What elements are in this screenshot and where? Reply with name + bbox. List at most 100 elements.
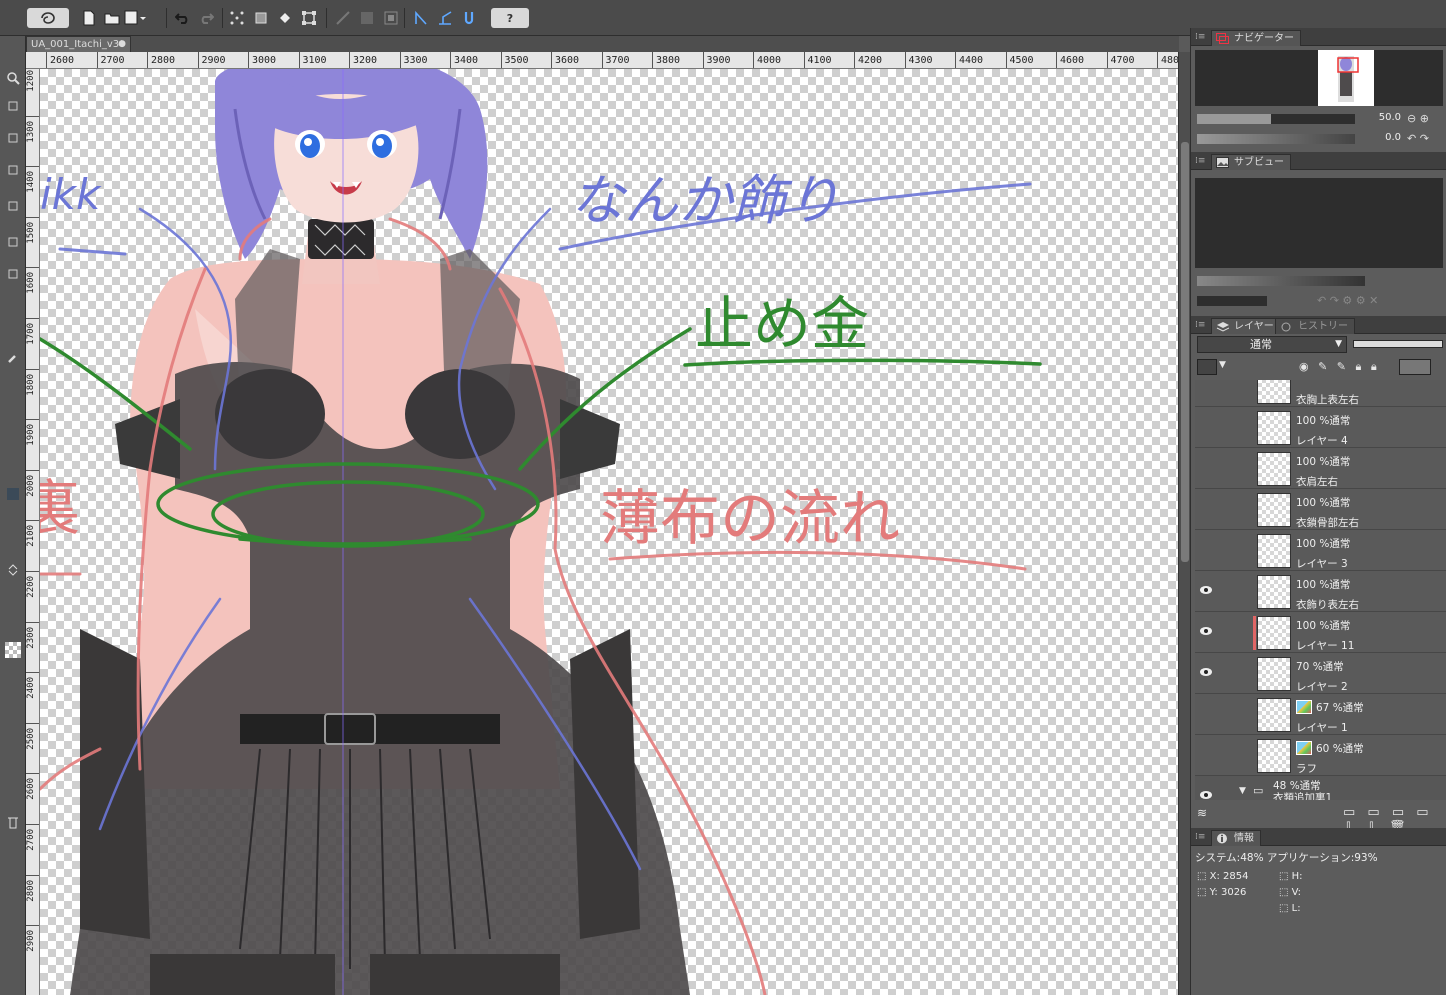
layer-row[interactable]: 100 %通常 レイヤー 3 [1195,530,1446,571]
new-file-button[interactable] [78,8,100,28]
transform-icon [302,11,316,25]
tab-navigator[interactable]: ナビゲーター [1211,30,1301,46]
layer-thumbnail[interactable] [1257,657,1291,691]
brush-tool-button[interactable] [2,264,24,284]
layer-thumbnail[interactable] [1257,575,1291,609]
transform-button[interactable] [298,8,320,28]
layer-folder-row[interactable]: ▼ ▭ 48 %通常 衣類追加裏1 [1195,776,1446,800]
opacity-slider[interactable] [1353,340,1443,348]
rotation-slider[interactable] [1197,134,1355,144]
scrollbar-thumb[interactable] [1181,142,1189,562]
clear-selection-button[interactable] [226,8,248,28]
grid-button[interactable] [380,8,402,28]
folder-expand-icon[interactable]: ▼ [1239,786,1246,796]
redo-button[interactable] [195,8,217,28]
pen-tool-button[interactable] [2,232,24,252]
layer-color-button[interactable] [1197,359,1217,375]
blend-mode-value: 通常 [1250,338,1272,351]
canvas-vertical-scrollbar[interactable] [1178,52,1190,995]
open-file-button[interactable] [101,8,123,28]
layer-row[interactable]: 70 %通常 レイヤー 2 [1195,653,1446,694]
layer-name: 衣飾り表左右 [1296,599,1359,611]
pen-icon [8,237,18,247]
document-tab[interactable]: UA_001_Itachi_v3* ● [26,36,131,52]
select-tool-button[interactable] [2,128,24,148]
layer-thumbnail[interactable] [1257,452,1291,486]
tab-history[interactable]: ヒストリー [1275,318,1355,334]
layer-stack-icon: ≋ [1197,806,1208,820]
crop-button[interactable] [250,8,272,28]
zoom-slider[interactable] [1197,114,1355,124]
layer-thumbnail[interactable] [1257,380,1291,404]
fill-button[interactable] [274,8,296,28]
eye-icon[interactable] [1199,626,1215,638]
eyedropper-tool-button[interactable] [2,196,24,216]
subview-tool-icons[interactable]: ↶ ↷ ⚙ ⚙ ✕ [1317,294,1378,307]
trash-button[interactable] [2,812,24,832]
snap-ruler-button[interactable] [410,8,432,28]
eye-icon[interactable] [1199,667,1215,679]
ruler-v-label: 2100 [26,525,36,548]
grid-icon [384,11,398,25]
snap-button[interactable] [356,8,378,28]
layer-row[interactable]: 100 %通常 衣鎖骨部左右 [1195,489,1446,530]
close-tab-icon[interactable]: ● [118,37,126,52]
layer-row[interactable]: 100 %通常 レイヤー 4 [1195,407,1446,448]
wrench-button[interactable] [2,348,24,368]
layer-thumbnail[interactable] [1257,616,1291,650]
layer-opacity-mode: 60 %通常 [1316,743,1364,755]
move-tool-button[interactable] [2,96,24,116]
layer-row[interactable]: 67 %通常 レイヤー 1 [1195,694,1446,735]
help-button[interactable]: ? [491,8,529,28]
layer-extra-button[interactable] [1399,359,1431,375]
eye-icon[interactable] [1199,790,1215,800]
undo-button[interactable] [172,8,194,28]
layer-row[interactable]: 60 %通常 ラフ [1195,735,1446,776]
lasso-tool-button[interactable] [2,160,24,180]
drawing-canvas[interactable]: なんか飾り 止め金 薄布の流れ ikk 裏 [26,52,1178,995]
layer-thumbnail[interactable] [1257,534,1291,568]
transparent-color-button[interactable] [2,640,24,660]
annotation-left-red-text: 裏 [40,474,80,544]
zoom-value: 50.0 [1378,112,1401,123]
layer-tab-label: レイヤー [1234,321,1274,332]
snap-grid-button[interactable] [458,8,480,28]
tab-bar-empty [131,36,1179,52]
layer-row[interactable]: 100 %通常 衣飾り表左右 [1195,571,1446,612]
rotation-slider-row[interactable]: 0.0 ↶ ↷ [1197,132,1443,146]
snap-special-ruler-button[interactable] [434,8,456,28]
tab-layer[interactable]: レイヤー [1211,318,1281,334]
tab-subview[interactable]: サブビュー [1211,154,1291,170]
color-swatch-button[interactable] [2,484,24,504]
layer-thumbnail[interactable] [1257,493,1291,527]
rotate-icons[interactable]: ↶ ↷ [1407,132,1429,145]
ruler-button[interactable] [332,8,354,28]
save-button[interactable] [124,8,146,28]
ruler-v-tick: 1300 [26,115,39,166]
info-panel-header: ⁞≡ 情報 [1191,828,1446,846]
scroll-arrows-button[interactable] [2,560,24,580]
zoom-slider-row[interactable]: 50.0 ⊖ ⊕ [1197,112,1443,126]
subview-area[interactable] [1195,178,1443,268]
navigator-thumbnail[interactable] [1318,50,1374,106]
blend-mode-select[interactable]: 通常 ▼ [1197,336,1347,353]
subview-slider-row[interactable] [1197,274,1443,288]
eye-icon[interactable] [1199,585,1215,597]
layer-thumbnail[interactable] [1257,411,1291,445]
app-logo-button[interactable] [27,8,69,28]
ruler-v-tick: 1500 [26,216,39,267]
bucket-icon [280,13,290,23]
ruler-v-label: 2200 [26,576,36,598]
layer-thumbnail[interactable] [1257,739,1291,773]
zoom-tool-button[interactable] [2,68,24,88]
crop-icon [255,12,267,24]
layer-row[interactable]: 100 %通常 衣肩左右 [1195,448,1446,489]
layer-lock-icons[interactable]: ◉ ✎ ✎ 🔒︎ 🔒︎ [1299,360,1380,374]
layer-row[interactable]: 衣胸上表左右 [1195,380,1446,407]
tab-info[interactable]: 情報 [1211,830,1261,846]
ruler-h-label: 4500 [1005,52,1034,68]
layer-thumbnail[interactable] [1257,698,1291,732]
zoom-out-icon[interactable]: ⊖ ⊕ [1407,112,1429,125]
layer-row[interactable]: 100 %通常 レイヤー 11 [1195,612,1446,653]
horizontal-ruler: 2600 2700 2800 2900 3000 3100 3200 3300 3400 3500… [26,52,1178,69]
